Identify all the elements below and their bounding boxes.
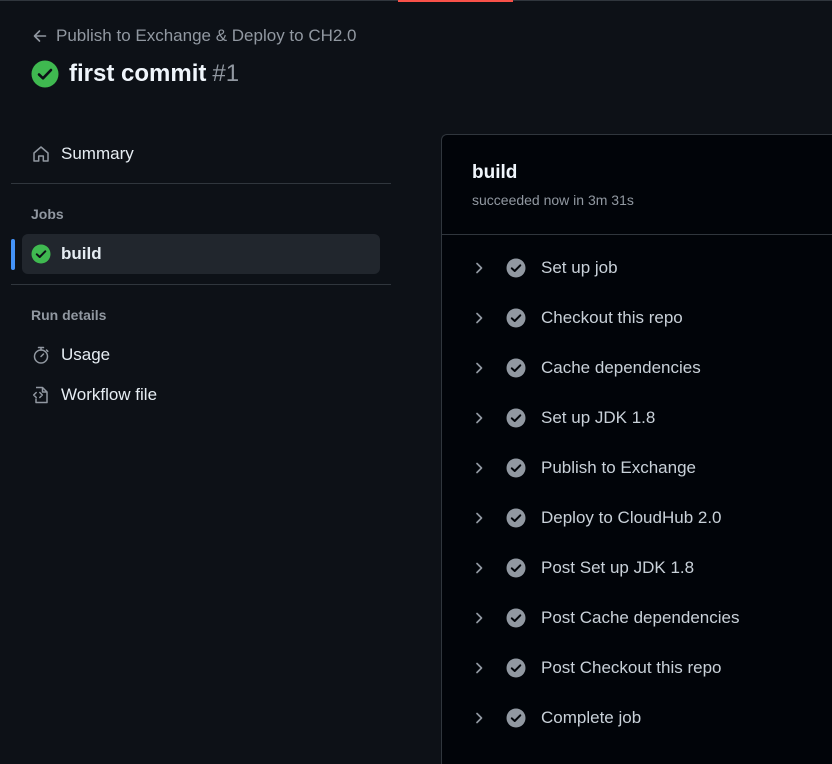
chevron-right-icon bbox=[476, 412, 483, 424]
job-status-text: succeeded now in 3m 31s bbox=[472, 192, 634, 208]
chevron-right-icon bbox=[476, 612, 483, 624]
step-row[interactable]: Publish to Exchange bbox=[472, 448, 832, 488]
step-label: Checkout this repo bbox=[541, 308, 683, 327]
chevron-right-icon bbox=[476, 362, 483, 374]
step-label: Post Cache dependencies bbox=[541, 608, 740, 627]
check-circle-fill-icon bbox=[506, 608, 526, 628]
chevron-right-icon bbox=[476, 312, 483, 324]
back-link-label: Publish to Exchange & Deploy to CH2.0 bbox=[56, 26, 357, 45]
run-title: first commit #1 bbox=[31, 60, 239, 88]
check-circle-fill-icon bbox=[506, 258, 526, 278]
home-icon bbox=[31, 144, 51, 164]
step-label: Set up job bbox=[541, 258, 618, 277]
chevron-right-icon bbox=[476, 262, 483, 274]
jobs-heading: Jobs bbox=[31, 206, 64, 222]
run-title-text: first commit bbox=[69, 60, 207, 87]
check-circle-fill-icon bbox=[506, 558, 526, 578]
chevron-right-icon bbox=[476, 712, 483, 724]
step-row[interactable]: Complete job bbox=[472, 698, 832, 738]
check-circle-fill-icon bbox=[506, 458, 526, 478]
step-label: Post Checkout this repo bbox=[541, 658, 722, 677]
job-header: build succeeded now in 3m 31s bbox=[442, 135, 832, 235]
step-row[interactable]: Post Set up JDK 1.8 bbox=[472, 548, 832, 588]
sidebar-item-summary[interactable]: Summary bbox=[22, 134, 380, 174]
step-row[interactable]: Deploy to CloudHub 2.0 bbox=[472, 498, 832, 538]
file-code-icon bbox=[31, 385, 51, 405]
loading-progress-bar bbox=[398, 0, 513, 2]
check-circle-fill-icon bbox=[506, 658, 526, 678]
check-circle-fill-icon bbox=[506, 358, 526, 378]
step-row[interactable]: Set up JDK 1.8 bbox=[472, 398, 832, 438]
step-label: Set up JDK 1.8 bbox=[541, 408, 656, 427]
chevron-right-icon bbox=[476, 662, 483, 674]
sidebar-item-label: Workflow file bbox=[61, 385, 158, 404]
sidebar-divider bbox=[11, 284, 391, 285]
step-row[interactable]: Cache dependencies bbox=[472, 348, 832, 388]
active-item-indicator bbox=[11, 239, 15, 270]
step-row[interactable]: Post Cache dependencies bbox=[472, 598, 832, 638]
sidebar-item-usage[interactable]: Usage bbox=[22, 335, 380, 375]
step-label: Post Set up JDK 1.8 bbox=[541, 558, 695, 577]
step-row[interactable]: Post Checkout this repo bbox=[472, 648, 832, 688]
sidebar-item-label: build bbox=[61, 244, 102, 263]
check-circle-fill-icon bbox=[506, 308, 526, 328]
back-to-workflow-link[interactable]: Publish to Exchange & Deploy to CH2.0 bbox=[32, 26, 357, 46]
run-number: #1 bbox=[212, 60, 240, 87]
chevron-right-icon bbox=[476, 512, 483, 524]
workflow-run-page: Publish to Exchange & Deploy to CH2.0 fi… bbox=[0, 0, 832, 764]
sidebar-item-label: Usage bbox=[61, 345, 111, 364]
step-label: Cache dependencies bbox=[541, 358, 701, 377]
stopwatch-icon bbox=[31, 345, 51, 365]
sidebar-divider bbox=[11, 183, 391, 184]
step-row[interactable]: Checkout this repo bbox=[472, 298, 832, 338]
job-title: build bbox=[472, 162, 518, 183]
step-label: Deploy to CloudHub 2.0 bbox=[541, 508, 722, 527]
step-label: Publish to Exchange bbox=[541, 458, 696, 477]
step-label: Complete job bbox=[541, 708, 642, 727]
check-circle-fill-icon bbox=[31, 60, 59, 88]
sidebar-item-label: Summary bbox=[61, 144, 134, 163]
check-circle-fill-icon bbox=[506, 508, 526, 528]
check-circle-fill-icon bbox=[31, 244, 51, 264]
step-row[interactable]: Set up job bbox=[472, 248, 832, 288]
run-details-heading: Run details bbox=[31, 307, 107, 323]
check-circle-fill-icon bbox=[506, 708, 526, 728]
job-logs-panel: build succeeded now in 3m 31s Set up job… bbox=[441, 134, 832, 764]
sidebar-item-build-job[interactable]: build bbox=[22, 234, 380, 274]
check-circle-fill-icon bbox=[506, 408, 526, 428]
sidebar-item-workflow-file[interactable]: Workflow file bbox=[22, 375, 380, 415]
chevron-right-icon bbox=[476, 462, 483, 474]
page-title: first commit #1 bbox=[69, 60, 239, 88]
arrow-left-icon bbox=[32, 28, 48, 44]
chevron-right-icon bbox=[476, 562, 483, 574]
